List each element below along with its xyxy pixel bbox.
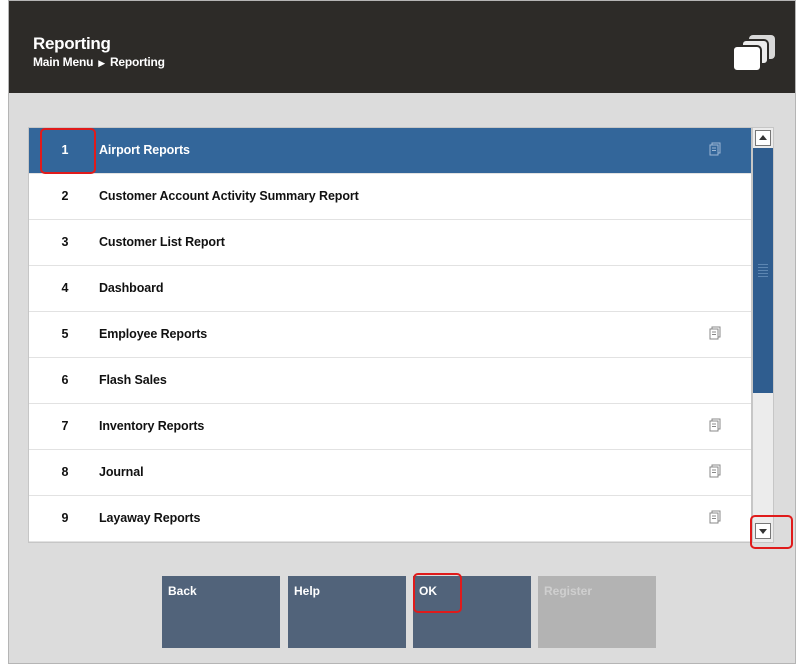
breadcrumb: Main Menu ▶ Reporting [33,55,165,69]
breadcrumb-parent: Main Menu [33,55,94,69]
submenu-icon [709,326,721,340]
breadcrumb-current: Reporting [109,55,165,69]
menu-item-label: Customer List Report [99,235,225,249]
menu-item[interactable]: 2 Customer Account Activity Summary Repor… [29,174,751,220]
menu-item[interactable]: 5 Employee Reports [29,312,751,358]
menu-item[interactable]: 9 Layaway Reports [29,496,751,542]
register-button: Register [538,576,656,648]
arrow-down-icon [759,529,767,534]
menu-item-label: Employee Reports [99,327,208,341]
scrollbar[interactable] [752,127,774,543]
menu-item-number: 2 [61,189,69,203]
help-button[interactable]: Help [288,576,406,648]
menu-item-label: Customer Account Activity Summary Report [99,189,359,203]
breadcrumb-separator-icon: ▶ [98,58,105,68]
menu-item[interactable]: 1 Airport Reports [29,128,751,174]
submenu-icon [709,510,721,524]
menu-item-label: Dashboard [99,281,164,295]
menu-item-number: 8 [61,465,69,479]
submenu-icon [709,142,721,156]
menu-item-number: 5 [61,327,69,341]
arrow-up-icon [759,135,767,140]
header: Reporting Main Menu ▶ Reporting [9,1,795,93]
menu-item-label: Layaway Reports [99,511,201,525]
submenu-icon [709,418,721,432]
menu-item[interactable]: 8 Journal [29,450,751,496]
menu-item-label: Airport Reports [99,143,190,157]
menu-item[interactable]: 6 Flash Sales [29,358,751,404]
menu-item-number: 9 [61,511,69,525]
menu-item[interactable]: 4 Dashboard [29,266,751,312]
scroll-thumb[interactable] [753,148,773,393]
menu-item[interactable]: 7 Inventory Reports [29,404,751,450]
menu-list: 1 Airport Reports 2 Customer Account Activi… [28,127,752,543]
menu-item-number: 3 [61,235,69,249]
menu-item-number: 1 [61,143,69,157]
ok-button[interactable]: OK [413,576,531,648]
menu-item-label: Journal [99,465,144,479]
submenu-icon [709,464,721,478]
scroll-up-button[interactable] [755,130,771,146]
windows-icon[interactable] [731,33,777,73]
scroll-down-button[interactable] [755,523,771,539]
menu-item-label: Inventory Reports [99,419,205,433]
menu-item[interactable]: 3 Customer List Report [29,220,751,266]
menu-item-number: 7 [61,419,69,433]
page-title: Reporting [33,34,111,53]
menu-item-number: 4 [61,281,69,295]
menu-item-label: Flash Sales [99,373,167,387]
back-button[interactable]: Back [162,576,280,648]
menu-item-number: 6 [61,373,69,387]
